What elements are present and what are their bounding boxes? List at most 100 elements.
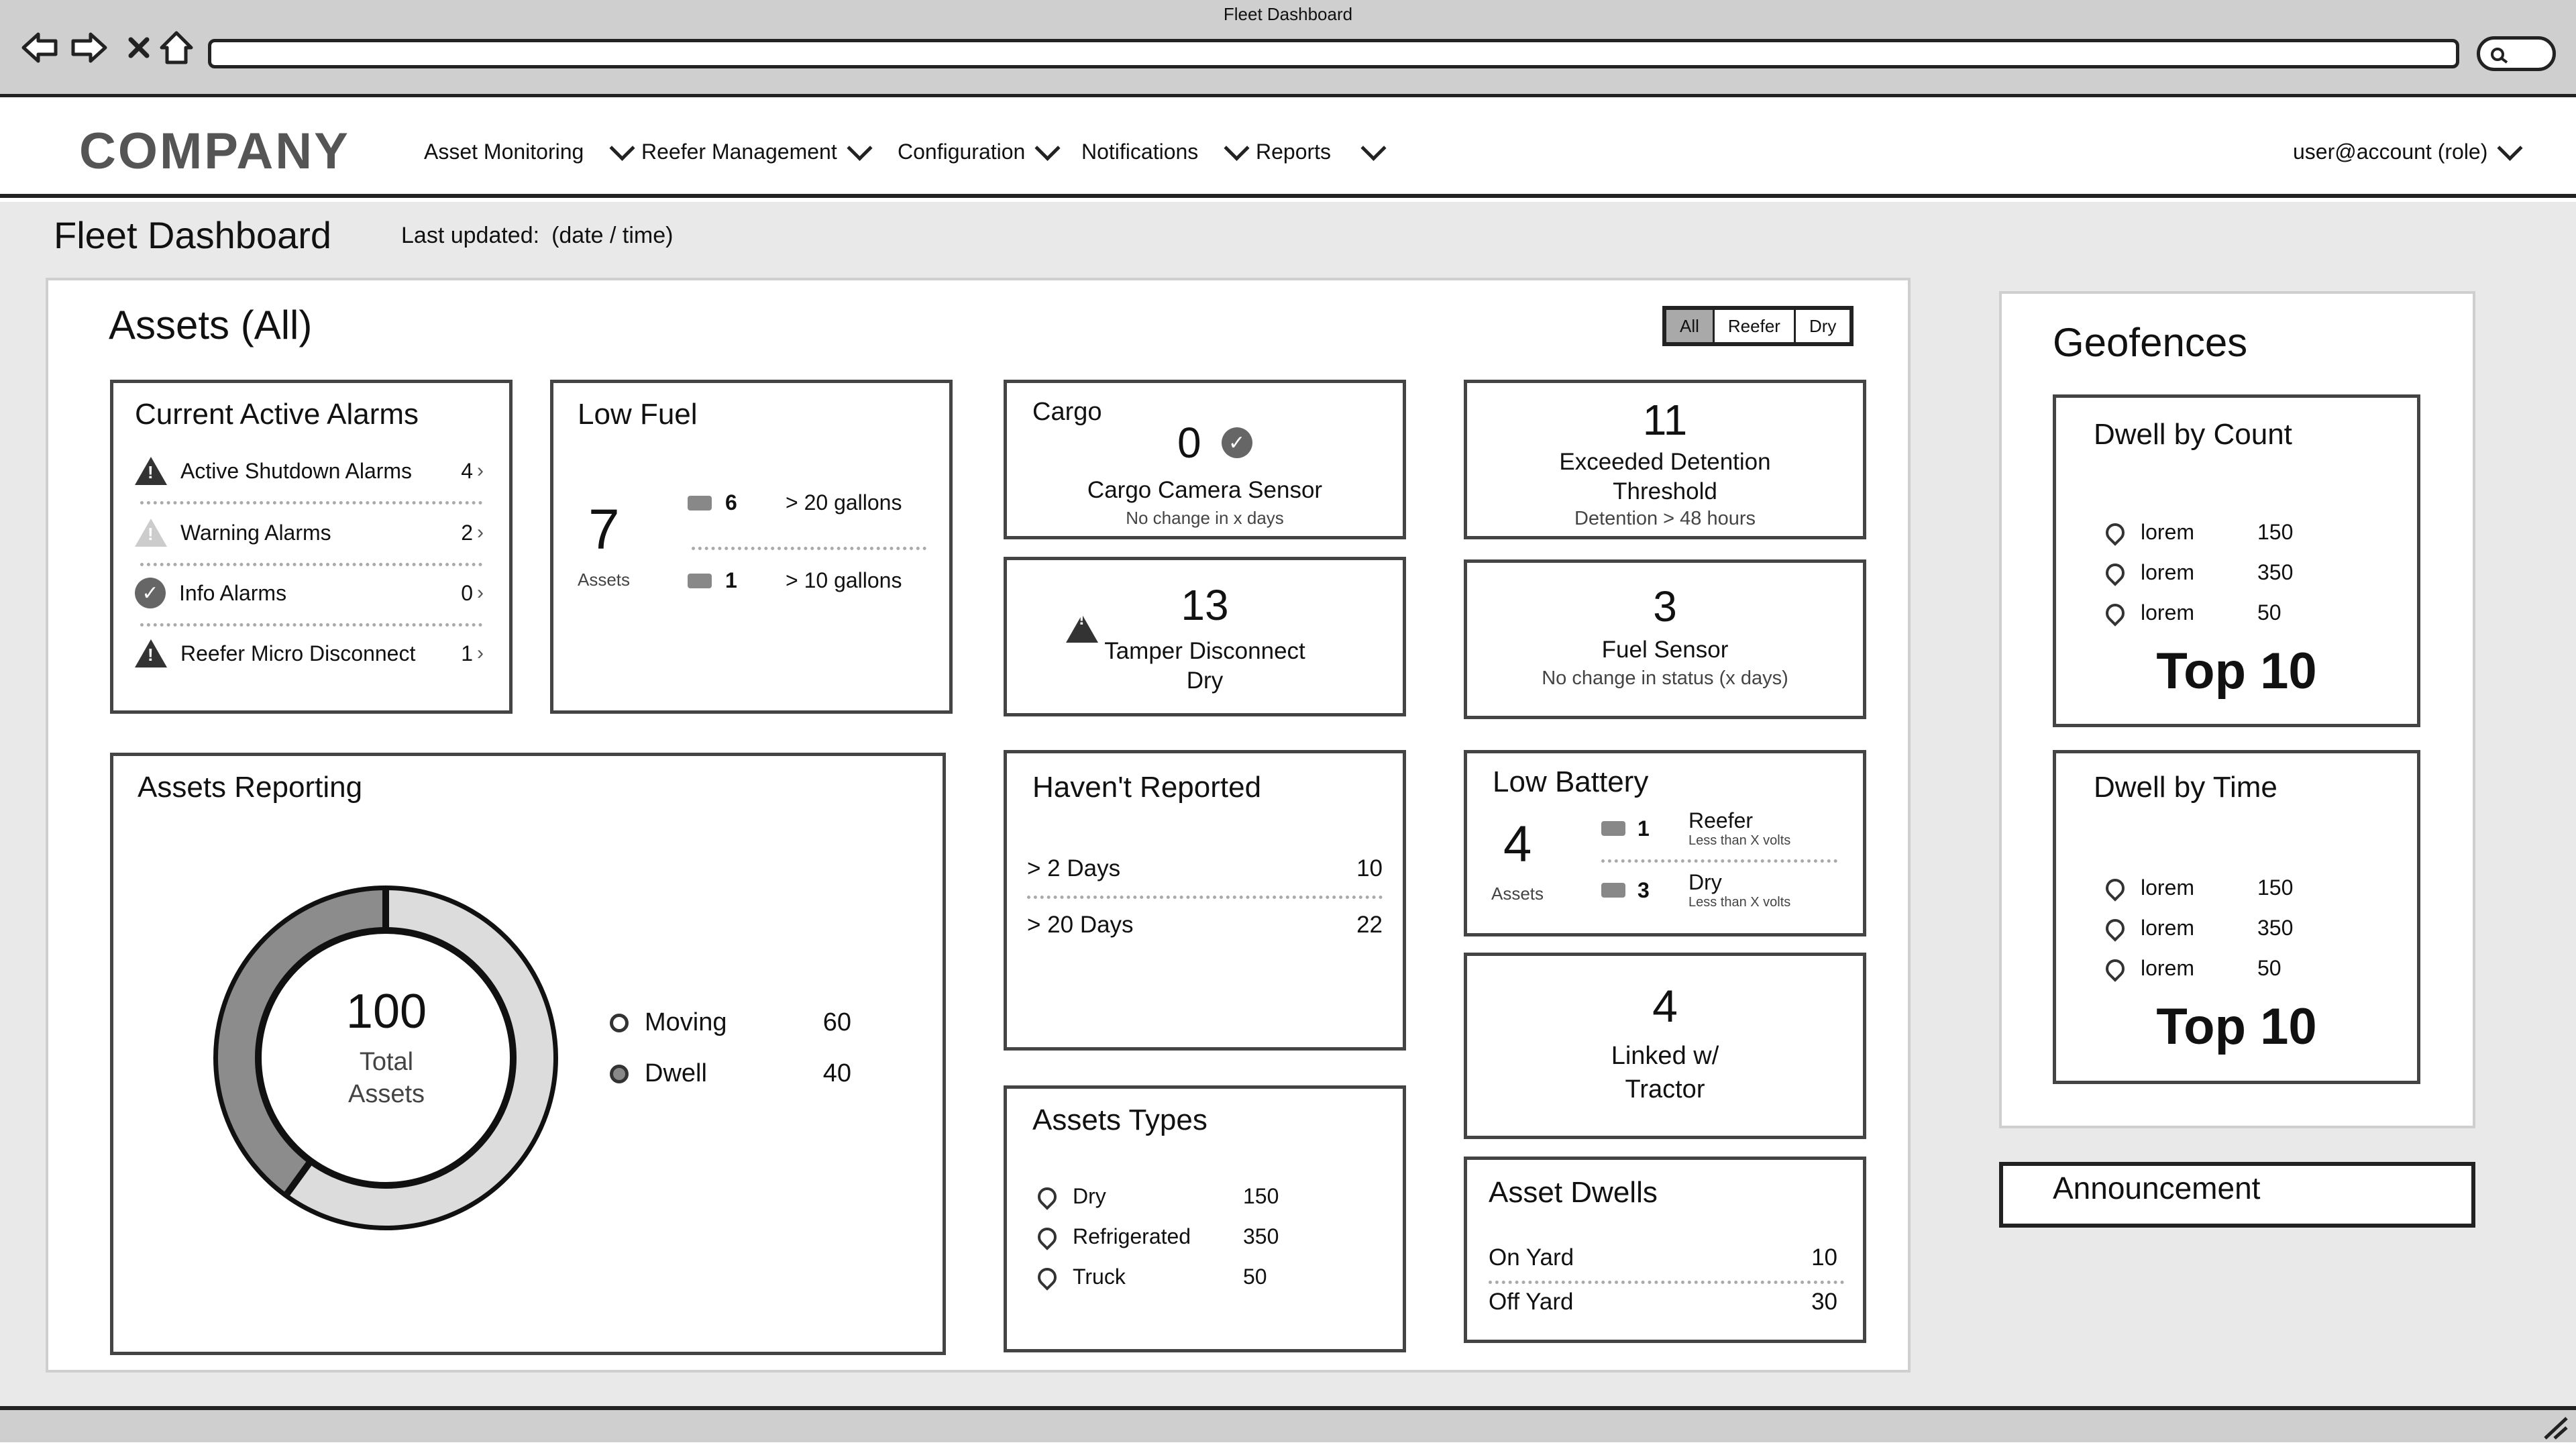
row-value: 10 [1356,855,1383,881]
linked-value: 4 [1652,981,1678,1032]
nav-label: Notifications [1081,139,1199,164]
asset-type-row: Dry 150 [1034,1183,1279,1210]
divider [1489,1281,1844,1284]
fuel-label: > 10 gallons [786,568,902,592]
battery-label: Dry [1688,870,1722,894]
detention-label-line2: Threshold [1613,478,1717,504]
alarm-row[interactable]: Reefer Micro Disconnect 1 › [135,637,484,670]
divider [140,563,482,566]
linked-label-line1: Linked w/ [1611,1042,1719,1070]
dwell-count-title: Dwell by Count [2094,418,2292,451]
browser-search-button[interactable] [2477,36,2556,71]
havent-reported-row: > 20 Days 22 [1027,912,1383,938]
linked-tractor-card[interactable]: 4 Linked w/ Tractor [1464,953,1866,1139]
company-logo: COMPANY [79,123,350,180]
dwell-by-time-card[interactable]: Dwell by Time lorem 150 lorem 350 lorem … [2053,750,2420,1084]
row-label: > 20 Days [1027,912,1134,938]
location-pin-icon [1034,1223,1061,1250]
havent-reported-card[interactable]: Haven't Reported > 2 Days 10 > 20 Days 2… [1004,750,1406,1051]
location-pin-icon [2102,599,2129,627]
asset-dwell-row: Off Yard 30 [1489,1289,1837,1316]
last-updated-value: (date / time) [551,223,674,248]
alarm-label: Reefer Micro Disconnect [180,641,416,665]
chevron-down-icon [609,135,635,161]
linked-label: Linked w/ Tractor [1467,1039,1863,1106]
asset-type-row: Truck 50 [1034,1263,1267,1291]
row-label: Dry [1073,1184,1106,1208]
asset-filter: All Reefer Dry [1662,306,1854,346]
announcement-box[interactable]: Announcement [1999,1162,2475,1228]
row-label: lorem [2141,916,2195,940]
row-value: 150 [2257,520,2294,544]
low-fuel-total: 7 [588,498,620,561]
battery-label-group: Dry Less than X volts [1688,870,1790,910]
alarm-row[interactable]: Warning Alarms 2 › [135,516,484,549]
dwell-count-footer: Top 10 [2156,643,2317,700]
alarm-label: Active Shutdown Alarms [180,458,413,483]
fuel-row: 1 > 10 gallons [688,568,929,593]
row-value: 10 [1811,1244,1837,1271]
home-icon[interactable] [156,27,197,68]
row-value: 50 [2257,956,2282,980]
legend-label: Moving [645,1008,727,1036]
warning-icon [135,639,167,667]
battery-row: 1 Reefer Less than X volts [1601,808,1843,849]
nav-notifications[interactable]: Notifications [1081,135,1250,167]
last-updated-label: Last updated: [401,223,540,248]
fuel-sensor-card[interactable]: 3 Fuel Sensor No change in status (x day… [1464,559,1866,719]
dwell-time-row: lorem 350 [2102,914,2293,942]
fuel-sensor-label: Fuel Sensor [1601,637,1729,663]
dwell-by-count-card[interactable]: Dwell by Count lorem 150 lorem 350 lorem… [2053,394,2420,727]
forward-icon[interactable] [68,27,110,68]
low-battery-card[interactable]: Low Battery 4 Assets 1 Reefer Less than … [1464,750,1866,936]
alarm-row[interactable]: Active Shutdown Alarms 4 › [135,454,484,488]
filter-dry-button[interactable]: Dry [1793,310,1850,342]
nav-asset-monitoring[interactable]: Asset Monitoring [424,135,635,167]
truck-icon [688,495,712,511]
nav-reports[interactable]: Reports [1256,135,1387,167]
low-fuel-card[interactable]: Low Fuel 7 Assets 6 > 20 gallons 1 > 10 … [550,380,953,714]
asset-dwells-card[interactable]: Asset Dwells On Yard 10 Off Yard 30 [1464,1157,1866,1343]
filter-reefer-button[interactable]: Reefer [1712,310,1794,342]
cargo-card[interactable]: Cargo 0 ✓ Cargo Camera Sensor No change … [1004,380,1406,539]
donut-total-label-line2: Assets [347,1080,425,1108]
row-value: 22 [1356,912,1383,938]
asset-types-card[interactable]: Assets Types Dry 150 Refrigerated 350 Tr… [1004,1085,1406,1352]
alarm-row[interactable]: ✓ Info Alarms 0 › [135,576,484,610]
fuel-sensor-sub: No change in status (x days) [1542,667,1788,689]
check-icon: ✓ [1221,427,1252,458]
low-fuel-title: Low Fuel [578,398,698,431]
url-bar[interactable] [208,39,2459,68]
tamper-value: 13 [1181,581,1229,629]
battery-count: 3 [1638,877,1650,902]
nav-label: Asset Monitoring [424,139,584,164]
alarm-count: 0 [461,580,473,605]
divider [140,501,482,504]
dwell-count-row: lorem 350 [2102,559,2293,586]
row-label: lorem [2141,956,2195,980]
nav-configuration[interactable]: Configuration [898,135,1061,167]
alarm-label: Warning Alarms [180,520,331,545]
user-menu[interactable]: user@account (role) [2293,135,2523,167]
location-pin-icon [2102,874,2129,902]
detention-card[interactable]: 11 Exceeded Detention Threshold Detentio… [1464,380,1866,539]
row-value: 30 [1811,1289,1837,1315]
tamper-card[interactable]: 13 Tamper Disconnect Dry [1004,557,1406,716]
resize-grip-icon[interactable] [2541,1414,2571,1441]
warning-icon [135,457,167,485]
asset-type-row: Refrigerated 350 [1034,1223,1279,1250]
filter-all-button[interactable]: All [1666,310,1713,342]
location-pin-icon [2102,519,2129,546]
chevron-down-icon [847,135,873,161]
nav-reefer-management[interactable]: Reefer Management [641,135,873,167]
location-pin-icon [1034,1263,1061,1291]
chevron-down-icon [1034,135,1061,161]
chevron-right-icon: › [477,642,484,664]
legend-moving: Moving 60 [610,1008,851,1037]
back-icon[interactable] [19,27,60,68]
fuel-sensor-value: 3 [1653,582,1677,631]
row-value: 50 [1243,1265,1267,1289]
row-label: Refrigerated [1073,1224,1191,1248]
low-battery-title: Low Battery [1493,765,1649,798]
close-icon[interactable] [118,27,160,68]
